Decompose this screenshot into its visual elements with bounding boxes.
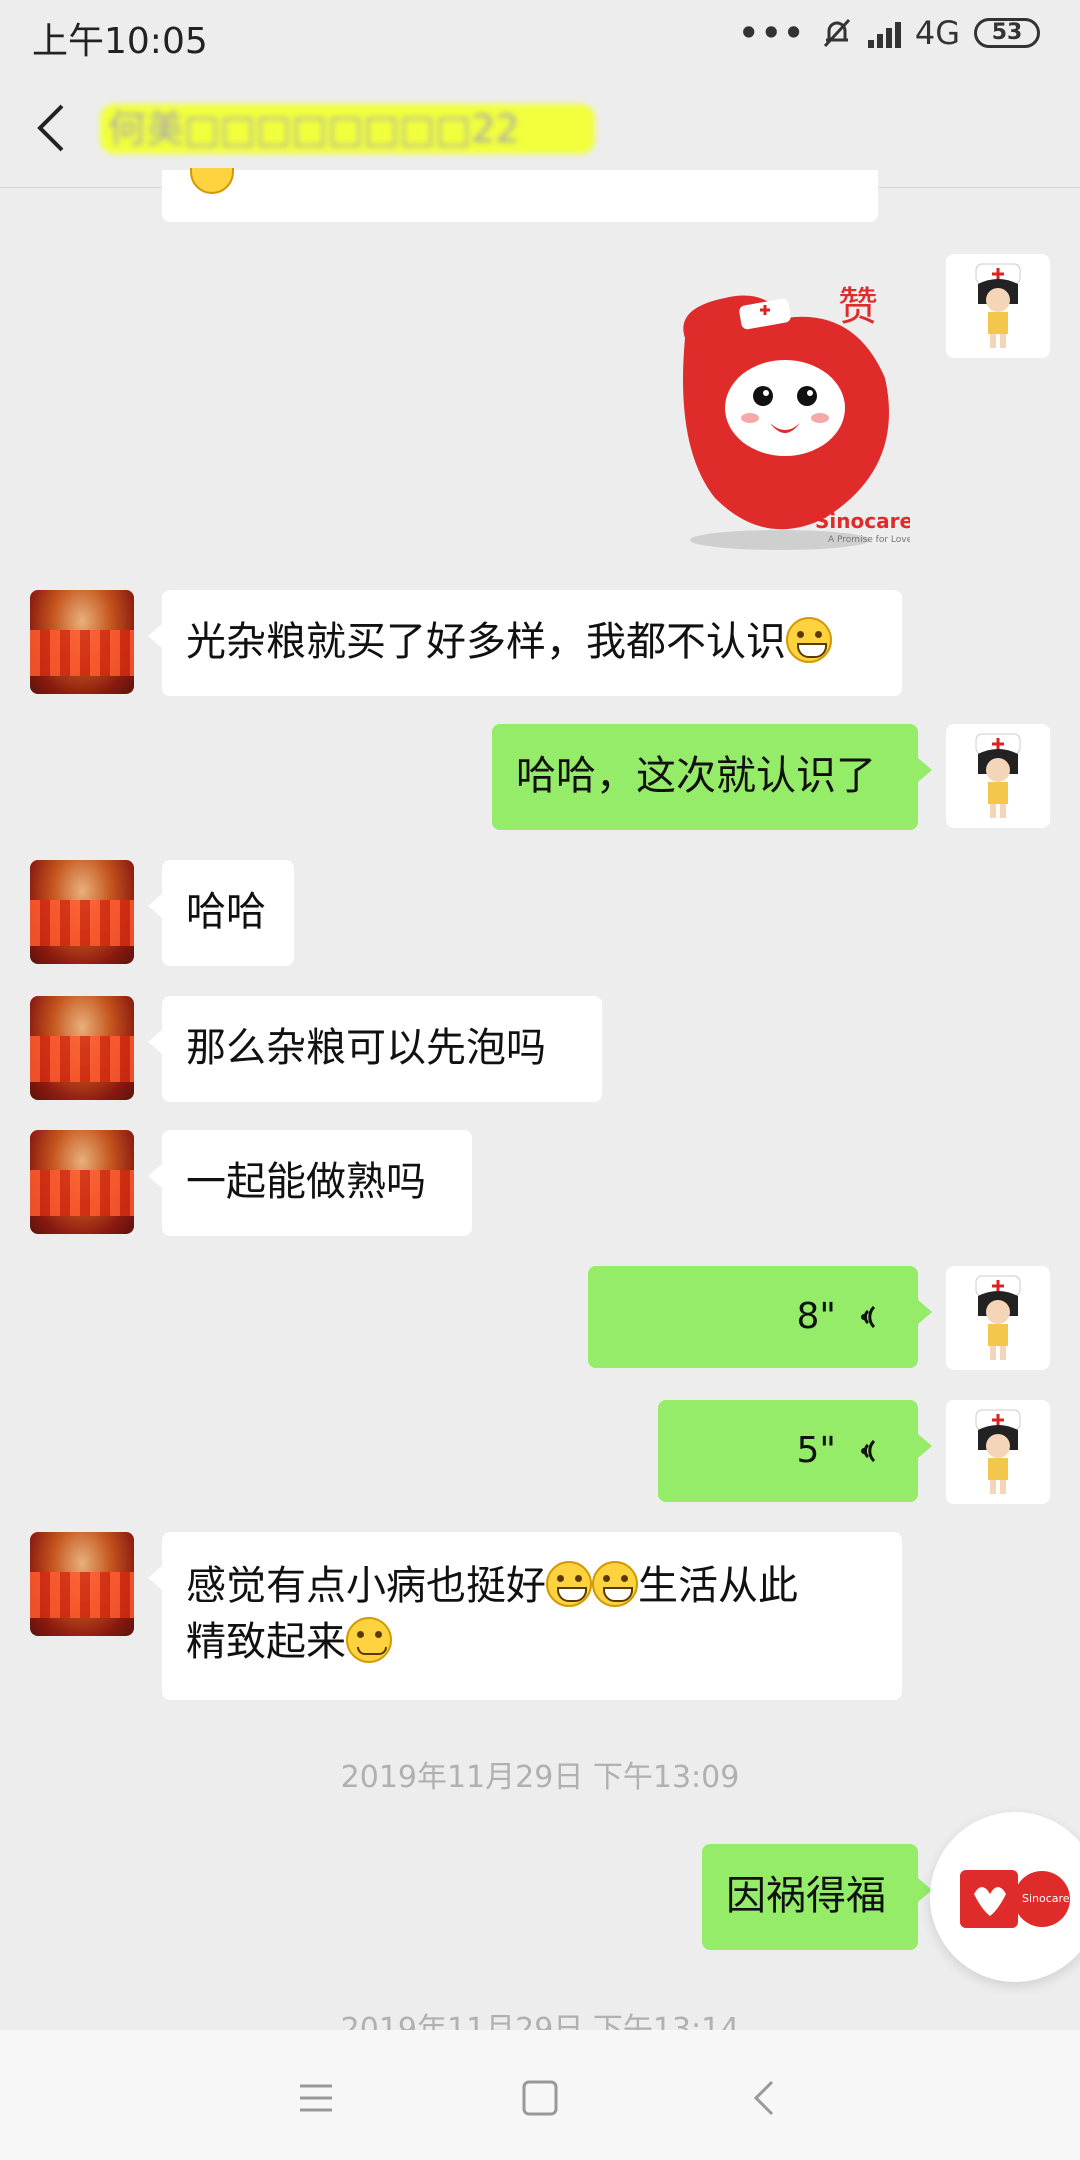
nurse-avatar-icon (975, 1275, 1021, 1360)
message-text: 因祸得福 (726, 1873, 886, 1919)
timestamp: 2019年11月29日 下午13:09 (340, 1760, 740, 1795)
voice-wave-icon (861, 1439, 876, 1463)
message-bubble-incoming[interactable]: 光杂粮就买了好多样，我都不认识 (148, 590, 902, 696)
contact-avatar[interactable] (30, 1130, 134, 1234)
message-bubble-incoming[interactable]: 那么杂粮可以先泡吗 (148, 996, 602, 1102)
floating-widget[interactable]: Sinocare三诺 (930, 1812, 1080, 1982)
message-text: 光杂粮就买了好多样，我都不认识 (186, 619, 786, 665)
my-avatar[interactable] (946, 254, 1050, 358)
sticker-like-image[interactable]: 赞 Sinocare三诺 A Promise for Love (660, 278, 910, 558)
message-text-part: 生活从此 (638, 1563, 798, 1609)
grin-emoji-icon (592, 1561, 638, 1607)
voice-message-bubble[interactable]: 8" (588, 1266, 932, 1368)
network-type: 4G (914, 14, 960, 52)
message-text: 哈哈 (186, 889, 266, 935)
partial-message-bubble[interactable] (162, 170, 878, 222)
my-avatar[interactable] (946, 1266, 1050, 1370)
grin-emoji-icon (786, 617, 832, 663)
message-bubble-incoming[interactable]: 哈哈 (148, 860, 294, 966)
status-time: 上午10:05 (32, 21, 208, 62)
message-bubble-outgoing[interactable]: 因祸得福 (702, 1844, 932, 1950)
more-dots-icon: ••• (738, 14, 806, 52)
nurse-avatar-icon (975, 263, 1021, 348)
contact-avatar[interactable] (30, 996, 134, 1100)
sticker-caption: 赞 (838, 284, 878, 330)
menu-icon[interactable] (286, 2068, 346, 2128)
grin-emoji-icon (546, 1561, 592, 1607)
my-avatar[interactable] (946, 724, 1050, 828)
message-text-part: 感觉有点小病也挺好 (186, 1563, 546, 1609)
contact-avatar[interactable] (30, 1532, 134, 1636)
blush-emoji-icon (346, 1617, 392, 1663)
message-bubble-incoming[interactable]: 感觉有点小病也挺好 生活从此 精致起来 (148, 1532, 902, 1700)
back-arrow-icon[interactable] (32, 100, 72, 156)
status-indicators: ••• 4G 53 (738, 14, 1040, 52)
signal-icon (867, 18, 901, 48)
contact-avatar[interactable] (30, 590, 134, 694)
message-text: 一起能做熟吗 (186, 1159, 426, 1205)
system-navigation-bar (0, 2030, 1080, 2160)
message-bubble-incoming[interactable]: 一起能做熟吗 (148, 1130, 472, 1236)
my-avatar[interactable] (946, 1400, 1050, 1504)
message-text-part: 精致起来 (186, 1619, 346, 1665)
chat-title: 何美□□□□□□□□22 (100, 104, 595, 154)
voice-duration: 8" (796, 1296, 836, 1337)
nurse-avatar-icon (975, 1409, 1021, 1494)
message-text: 那么杂粮可以先泡吗 (186, 1025, 546, 1071)
voice-wave-icon (861, 1305, 876, 1329)
message-bubble-outgoing[interactable]: 哈哈，这次就认识了 (492, 724, 932, 830)
battery-icon: 53 (974, 18, 1040, 48)
home-icon[interactable] (510, 2068, 570, 2128)
voice-message-bubble[interactable]: 5" (658, 1400, 932, 1502)
voice-duration: 5" (796, 1430, 836, 1471)
sinocare-logo-icon: Sinocare三诺 (960, 1870, 1070, 1928)
floating-brand: Sinocare三诺 (1022, 1892, 1070, 1905)
nurse-avatar-icon (975, 733, 1021, 818)
status-bar: 上午10:05 ••• 4G 53 (0, 0, 1080, 70)
contact-avatar[interactable] (30, 860, 134, 964)
mute-bell-icon (823, 18, 850, 48)
back-icon[interactable] (736, 2068, 796, 2128)
sticker-tagline: A Promise for Love (828, 535, 910, 545)
message-text: 哈哈，这次就认识了 (516, 753, 876, 799)
sticker-brand: Sinocare三诺 (815, 509, 910, 533)
